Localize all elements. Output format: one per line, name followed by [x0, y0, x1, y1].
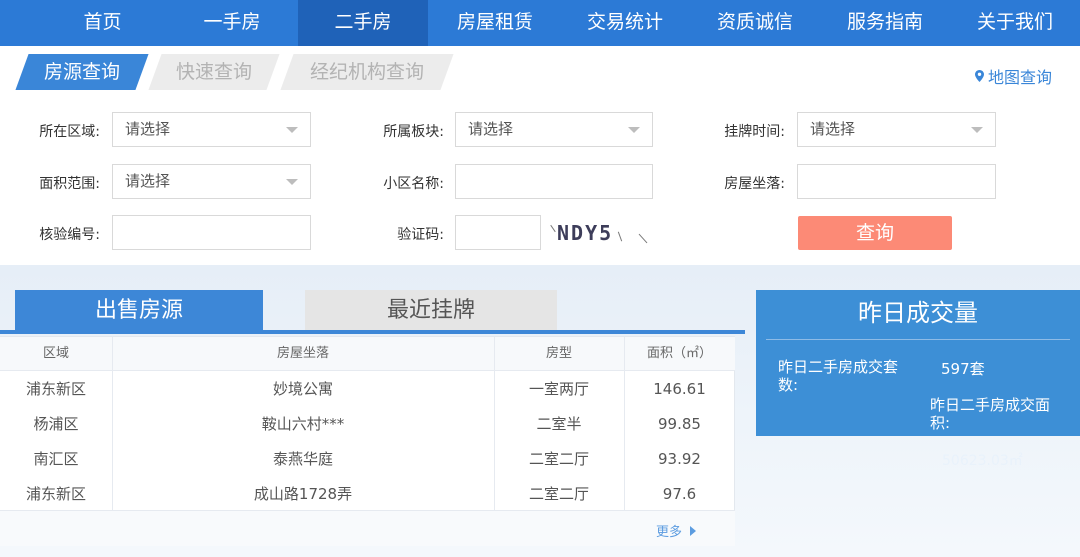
captcha-image[interactable]: NDY5 — [545, 218, 655, 248]
cell-area: 93.92 — [658, 450, 701, 468]
deal-count-label: 昨日二手房成交套数: — [778, 358, 899, 394]
cell-area: 99.85 — [658, 415, 701, 433]
column-divider — [624, 337, 625, 510]
daily-volume-panel: 昨日成交量 昨日二手房成交套数: 597套 昨日二手房成交面积: — [756, 290, 1080, 436]
community-input[interactable] — [455, 164, 653, 199]
daily-volume-title: 昨日成交量 — [858, 299, 978, 327]
area-range-select[interactable]: 请选择 — [112, 164, 311, 199]
map-pin-icon — [975, 70, 984, 82]
nav-item-rental[interactable]: 房屋租赁 — [430, 0, 560, 46]
cell-layout: 一室两厅 — [528, 380, 589, 398]
nav-item-new-homes[interactable]: 一手房 — [168, 0, 296, 46]
top-nav: 首页 一手房 二手房 房屋租赁 交易统计 资质诚信 服务指南 关于我们 — [0, 0, 1080, 46]
nav-item-about-us[interactable]: 关于我们 — [950, 0, 1080, 46]
nav-item-credentials[interactable]: 资质诚信 — [690, 0, 820, 46]
tab-quick-search-label: 快速查询 — [175, 61, 252, 83]
triangle-right-icon — [690, 526, 697, 536]
tab-recent-listings[interactable]: 最近挂牌 — [305, 290, 557, 331]
cell-address[interactable]: 妙境公寓 — [112, 372, 494, 407]
tab-agency-search-label: 经纪机构查询 — [309, 61, 424, 83]
header-region: 区域 — [42, 346, 69, 361]
tab-for-sale[interactable]: 出售房源 — [15, 290, 263, 331]
query-button[interactable]: 查询 — [798, 216, 952, 250]
more-link[interactable]: 更多 — [656, 521, 697, 540]
tab-quick-search[interactable]: 快速查询 — [148, 54, 280, 90]
captcha-noise — [617, 231, 623, 242]
header-address: 房屋坐落 — [276, 346, 329, 361]
tab-agency-search[interactable]: 经纪机构查询 — [280, 54, 454, 90]
captcha-noise — [638, 233, 648, 244]
nav-item-service-guide[interactable]: 服务指南 — [820, 0, 950, 46]
region-select[interactable]: 请选择 — [112, 112, 311, 147]
table-footer: 更多 — [0, 510, 735, 546]
header-area: 面积（㎡） — [646, 346, 712, 361]
cell-region: 南汇区 — [33, 450, 79, 468]
map-search-label: 地图查询 — [988, 68, 1053, 87]
divider — [766, 339, 1070, 340]
region-label: 所在区域: — [39, 124, 100, 140]
cell-address[interactable]: 鞍山六村*** — [112, 407, 494, 442]
cell-address[interactable]: 成山路1728弄 — [112, 477, 494, 512]
deal-area-label: 昨日二手房成交面积: — [930, 396, 1051, 432]
nav-item-home[interactable]: 首页 — [40, 0, 165, 46]
listing-time-select[interactable]: 请选择 — [797, 112, 996, 147]
column-divider — [112, 337, 113, 510]
cell-layout: 二室二厅 — [528, 450, 589, 468]
deal-area-value: 50623.03㎡ — [942, 453, 1023, 469]
address-input[interactable] — [797, 164, 996, 199]
header-layout: 房型 — [545, 346, 572, 361]
tab-underline — [0, 330, 745, 334]
tab-listing-search-label: 房源查询 — [43, 61, 120, 83]
verify-no-label: 核验编号: — [39, 227, 100, 243]
captcha-text: NDY5 — [557, 221, 614, 245]
nav-item-trade-stats[interactable]: 交易统计 — [560, 0, 690, 46]
listing-table: 区域 房屋坐落 房型 面积（㎡） 浦东新区 妙境公寓 一室两厅 146.61 杨… — [0, 336, 735, 546]
address-label: 房屋坐落: — [724, 176, 785, 192]
nav-item-resale-homes[interactable]: 二手房 — [298, 0, 428, 46]
cell-region: 杨浦区 — [33, 415, 79, 433]
more-label: 更多 — [656, 525, 683, 540]
cell-layout: 二室二厅 — [528, 485, 589, 503]
community-label: 小区名称: — [383, 176, 444, 192]
captcha-input[interactable] — [455, 215, 541, 250]
block-select[interactable]: 请选择 — [455, 112, 653, 147]
block-label: 所属板块: — [383, 124, 444, 140]
cell-area: 97.6 — [662, 485, 697, 503]
cell-area: 146.61 — [653, 380, 706, 398]
deal-count-value: 597套 — [941, 360, 985, 378]
map-search-link[interactable]: 地图查询 — [975, 64, 1052, 88]
verify-no-input[interactable] — [112, 215, 311, 250]
captcha-label: 验证码: — [397, 227, 444, 243]
tab-listing-search[interactable]: 房源查询 — [15, 54, 149, 90]
listing-time-label: 挂牌时间: — [724, 124, 785, 140]
captcha-noise — [550, 224, 556, 233]
cell-address[interactable]: 泰燕华庭 — [112, 442, 494, 477]
cell-region: 浦东新区 — [25, 485, 86, 503]
cell-region: 浦东新区 — [25, 380, 86, 398]
area-range-label: 面积范围: — [39, 176, 100, 192]
cell-layout: 二室半 — [536, 415, 582, 433]
column-divider — [494, 337, 495, 510]
